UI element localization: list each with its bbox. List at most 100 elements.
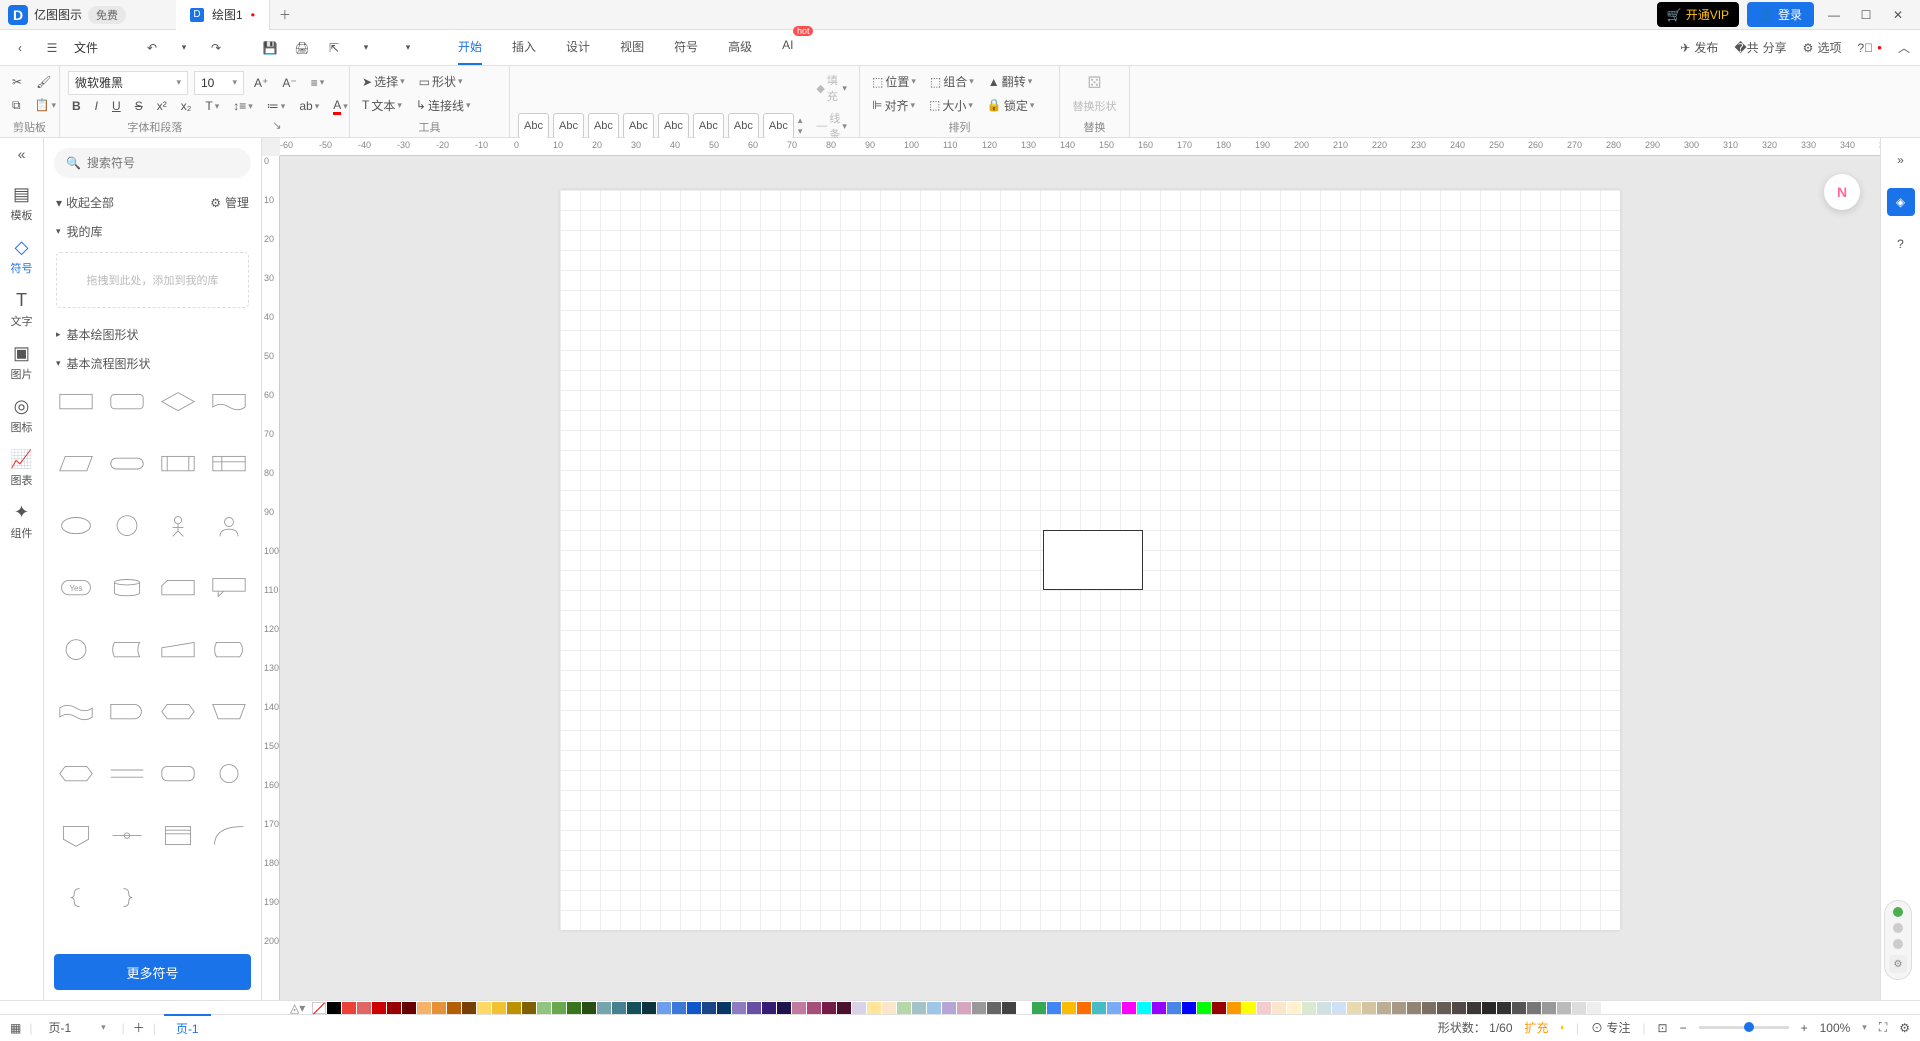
- tab-ai[interactable]: AIhot: [782, 30, 793, 65]
- color-swatch[interactable]: [792, 1002, 806, 1014]
- settings-icon[interactable]: ⚙: [1899, 1021, 1910, 1035]
- tab-start[interactable]: 开始: [458, 30, 482, 65]
- color-swatch[interactable]: [1137, 1002, 1151, 1014]
- paper[interactable]: [560, 190, 1620, 930]
- back-icon[interactable]: ‹: [10, 41, 30, 55]
- zoom-out-icon[interactable]: −: [1680, 1021, 1687, 1035]
- color-swatch[interactable]: [417, 1002, 431, 1014]
- color-swatch[interactable]: [1482, 1002, 1496, 1014]
- color-swatch[interactable]: [567, 1002, 581, 1014]
- color-swatch[interactable]: [1242, 1002, 1256, 1014]
- color-swatch[interactable]: [462, 1002, 476, 1014]
- color-swatch[interactable]: [852, 1002, 866, 1014]
- section-flowchart[interactable]: ▾基本流程图形状: [44, 349, 261, 378]
- page-select[interactable]: 页-1▾: [40, 1019, 113, 1036]
- shape-internal[interactable]: [208, 448, 251, 480]
- replace-shape-button[interactable]: 替换形状: [1073, 98, 1117, 114]
- tab-view[interactable]: 视图: [620, 30, 644, 65]
- shape-predefined[interactable]: [157, 448, 200, 480]
- color-swatch[interactable]: [1527, 1002, 1541, 1014]
- style-preset-3[interactable]: Abc: [588, 113, 619, 139]
- color-swatch[interactable]: [702, 1002, 716, 1014]
- menu-icon[interactable]: ☰: [42, 41, 62, 55]
- color-swatch[interactable]: [657, 1002, 671, 1014]
- publish-button[interactable]: ✈ 发布: [1680, 39, 1718, 56]
- help-icon[interactable]: ?⃝●: [1857, 41, 1882, 55]
- replace-shape-icon[interactable]: ⚄: [1088, 73, 1102, 93]
- color-swatch[interactable]: [522, 1002, 536, 1014]
- italic-icon[interactable]: I: [91, 97, 102, 115]
- shape-arc[interactable]: [208, 820, 251, 852]
- color-swatch[interactable]: [1197, 1002, 1211, 1014]
- close-button[interactable]: ✕: [1886, 3, 1910, 27]
- color-swatch[interactable]: [597, 1002, 611, 1014]
- text-tool[interactable]: T 文本 ▾: [358, 95, 406, 116]
- section-mylib[interactable]: ▾我的库: [44, 217, 261, 246]
- search-input[interactable]: [87, 156, 242, 170]
- color-swatch[interactable]: [1017, 1002, 1031, 1014]
- case-icon[interactable]: T▾: [201, 97, 223, 115]
- copy-icon[interactable]: ⧉: [8, 96, 25, 115]
- color-swatch[interactable]: [957, 1002, 971, 1014]
- group-button[interactable]: ⬚ 组合 ▾: [926, 71, 978, 92]
- color-swatch[interactable]: [1557, 1002, 1571, 1014]
- color-swatch[interactable]: [507, 1002, 521, 1014]
- color-swatch[interactable]: [1092, 1002, 1106, 1014]
- save-icon[interactable]: 💾: [260, 41, 280, 55]
- color-swatch[interactable]: [1167, 1002, 1181, 1014]
- manage-button[interactable]: ⚙ 管理: [210, 194, 249, 211]
- shape-ellipse[interactable]: [54, 510, 97, 542]
- color-swatch[interactable]: [1422, 1002, 1436, 1014]
- nav-text[interactable]: T文字: [11, 290, 33, 329]
- subscript-icon[interactable]: x₂: [177, 97, 196, 115]
- color-swatch[interactable]: [942, 1002, 956, 1014]
- no-color[interactable]: [312, 1002, 326, 1014]
- color-swatch[interactable]: [912, 1002, 926, 1014]
- color-swatch[interactable]: [777, 1002, 791, 1014]
- color-swatch[interactable]: [1032, 1002, 1046, 1014]
- color-swatch[interactable]: [642, 1002, 656, 1014]
- color-swatch[interactable]: [687, 1002, 701, 1014]
- shape-delay[interactable]: [105, 696, 148, 728]
- bold-icon[interactable]: B: [68, 97, 85, 115]
- canvas[interactable]: [280, 156, 1880, 1000]
- color-swatch[interactable]: [1182, 1002, 1196, 1014]
- shape-offpage[interactable]: [54, 820, 97, 852]
- zoom-slider[interactable]: [1699, 1026, 1789, 1029]
- shape-parallel[interactable]: [105, 758, 148, 790]
- nav-symbol[interactable]: ◇符号: [11, 237, 33, 276]
- align-icon[interactable]: ≡▾: [307, 74, 329, 92]
- font-dialog-icon[interactable]: ↘: [272, 119, 281, 135]
- font-select[interactable]: 微软雅黑▾: [68, 71, 188, 95]
- color-swatch[interactable]: [747, 1002, 761, 1014]
- nav-component[interactable]: ✦组件: [11, 502, 33, 541]
- maximize-button[interactable]: ☐: [1854, 3, 1878, 27]
- shape-manual-op[interactable]: [208, 696, 251, 728]
- color-swatch[interactable]: [867, 1002, 881, 1014]
- undo-caret[interactable]: ▾: [174, 42, 194, 53]
- color-swatch[interactable]: [1317, 1002, 1331, 1014]
- page-list-icon[interactable]: ▦: [10, 1021, 21, 1035]
- color-swatch[interactable]: [612, 1002, 626, 1014]
- color-swatch[interactable]: [1407, 1002, 1421, 1014]
- collapse-all[interactable]: ▾ 收起全部: [56, 194, 114, 211]
- color-swatch[interactable]: [1437, 1002, 1451, 1014]
- color-swatch[interactable]: [1122, 1002, 1136, 1014]
- shape-annotation[interactable]: [157, 820, 200, 852]
- tab-symbol[interactable]: 符号: [674, 30, 698, 65]
- color-swatch[interactable]: [1047, 1002, 1061, 1014]
- tab-advanced[interactable]: 高级: [728, 30, 752, 65]
- color-swatch[interactable]: [582, 1002, 596, 1014]
- color-swatch[interactable]: [627, 1002, 641, 1014]
- color-swatch[interactable]: [492, 1002, 506, 1014]
- shape-terminator[interactable]: [105, 448, 148, 480]
- style-preset-7[interactable]: Abc: [728, 113, 759, 139]
- color-swatch[interactable]: [1347, 1002, 1361, 1014]
- nav-chart[interactable]: ◎图标: [11, 396, 33, 435]
- size-button[interactable]: ⬚ 大小 ▾: [925, 95, 977, 116]
- line-spacing-icon[interactable]: ↕≡▾: [229, 97, 257, 115]
- color-swatch[interactable]: [1152, 1002, 1166, 1014]
- style-preset-5[interactable]: Abc: [658, 113, 689, 139]
- color-swatch[interactable]: [1587, 1002, 1601, 1014]
- color-swatch[interactable]: [357, 1002, 371, 1014]
